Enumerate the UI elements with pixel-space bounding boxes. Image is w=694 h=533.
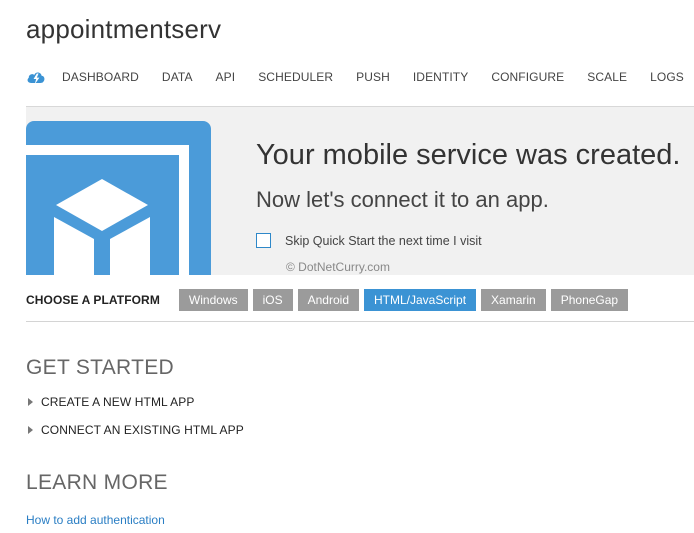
mobile-cube-icon	[26, 121, 211, 275]
nav-dashboard[interactable]: DASHBOARD	[62, 70, 139, 84]
nav-logs[interactable]: LOGS	[650, 70, 684, 84]
platform-phonegap-button[interactable]: PhoneGap	[550, 289, 629, 311]
nav-api[interactable]: API	[216, 70, 236, 84]
add-authentication-link[interactable]: How to add authentication	[26, 513, 165, 527]
skip-quickstart-checkbox[interactable]	[256, 233, 271, 248]
nav-identity[interactable]: IDENTITY	[413, 70, 468, 84]
platform-ios-button[interactable]: iOS	[252, 289, 293, 311]
triangle-right-icon	[28, 426, 33, 434]
watermark-text: © DotNetCurry.com	[286, 260, 390, 274]
quickstart-banner: Your mobile service was created. Now let…	[26, 106, 694, 275]
connect-existing-html-app-expander[interactable]: CONNECT AN EXISTING HTML APP	[28, 423, 244, 437]
nav-configure[interactable]: CONFIGURE	[491, 70, 564, 84]
app-title: appointmentserv	[26, 14, 222, 44]
banner-title: Your mobile service was created.	[256, 139, 681, 171]
section-divider	[26, 321, 694, 322]
cloud-lightning-icon[interactable]	[26, 69, 46, 85]
banner-subtitle: Now let's connect it to an app.	[256, 187, 549, 212]
expander-label: CREATE A NEW HTML APP	[41, 395, 195, 409]
nav-data[interactable]: DATA	[162, 70, 193, 84]
choose-platform-label: CHOOSE A PLATFORM	[26, 293, 160, 307]
skip-quickstart-row: Skip Quick Start the next time I visit	[256, 233, 482, 248]
platform-android-button[interactable]: Android	[297, 289, 359, 311]
nav-push[interactable]: PUSH	[356, 70, 390, 84]
platform-xamarin-button[interactable]: Xamarin	[481, 289, 546, 311]
platform-windows-button[interactable]: Windows	[178, 289, 248, 311]
top-nav: DASHBOARD DATA API SCHEDULER PUSH IDENTI…	[26, 66, 694, 88]
platform-chooser: CHOOSE A PLATFORM Windows iOS Android HT…	[26, 289, 694, 311]
skip-quickstart-label[interactable]: Skip Quick Start the next time I visit	[285, 234, 482, 248]
nav-scale[interactable]: SCALE	[587, 70, 627, 84]
triangle-right-icon	[28, 398, 33, 406]
learn-more-heading: LEARN MORE	[26, 471, 168, 494]
platform-html-javascript-button[interactable]: HTML/JavaScript	[364, 289, 477, 311]
expander-label: CONNECT AN EXISTING HTML APP	[41, 423, 244, 437]
get-started-heading: GET STARTED	[26, 356, 174, 379]
nav-scheduler[interactable]: SCHEDULER	[258, 70, 333, 84]
create-new-html-app-expander[interactable]: CREATE A NEW HTML APP	[28, 395, 194, 409]
